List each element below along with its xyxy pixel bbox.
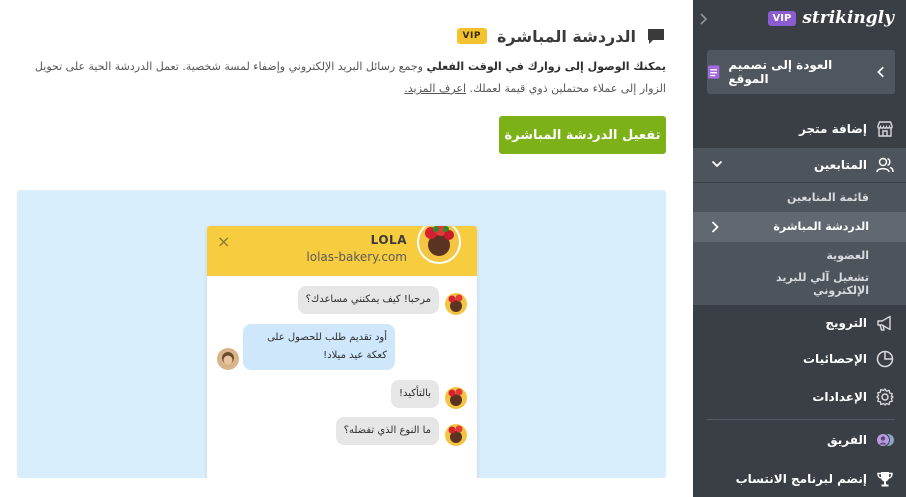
vip-badge: VIP bbox=[767, 10, 797, 26]
sidebar-item-audience[interactable]: المتابعين bbox=[693, 148, 906, 182]
chat-site-url: lolas-bakery.com bbox=[306, 250, 407, 264]
sidebar: VIP strikingly العودة إلى تصميم الموقع إ… bbox=[693, 0, 906, 497]
main-content: الدردشة المباشرة VIP يمكنك الوصول إلى زو… bbox=[0, 0, 693, 497]
pie-chart-icon bbox=[876, 350, 894, 368]
sidebar-item-label: إنضم لبرنامج الانتساب bbox=[735, 472, 867, 486]
agent-avatar-icon bbox=[445, 387, 467, 409]
sidebar-item-label: الترويج bbox=[825, 316, 867, 330]
page-description: يمكنك الوصول إلى زوارك في الوقت الفعلي و… bbox=[34, 56, 666, 100]
chevron-down-icon bbox=[711, 160, 723, 168]
gear-icon bbox=[876, 388, 894, 406]
team-avatar-icon bbox=[876, 433, 894, 447]
vip-badge: VIP bbox=[456, 28, 487, 44]
trophy-icon bbox=[877, 472, 893, 487]
brand: VIP strikingly bbox=[767, 8, 894, 28]
chat-message: بالتأكيد! bbox=[391, 380, 439, 408]
agent-avatar-icon bbox=[417, 226, 461, 264]
agent-avatar-icon bbox=[445, 424, 467, 446]
agent-avatar-icon bbox=[445, 293, 467, 315]
back-button-label: العودة إلى تصميم الموقع bbox=[728, 58, 833, 86]
page-title: الدردشة المباشرة bbox=[496, 26, 636, 46]
page-header: الدردشة المباشرة VIP bbox=[456, 24, 666, 48]
sidebar-subitem-live-chat[interactable]: الدردشة المباشرة bbox=[693, 212, 906, 242]
sidebar-subitem-followers-list[interactable]: قائمة المتابعين bbox=[787, 191, 869, 204]
chat-agent-name: LOLA bbox=[370, 233, 407, 247]
sidebar-item-label: المتابعين bbox=[813, 158, 867, 172]
sidebar-item-affiliate[interactable]: إنضم لبرنامج الانتساب bbox=[693, 462, 906, 496]
chat-message: أود تقديم طلب للحصول على كعكة عيد ميلاد! bbox=[243, 324, 395, 370]
back-to-editor-button[interactable]: العودة إلى تصميم الموقع bbox=[707, 50, 895, 94]
sidebar-subitem-email-autoresponder[interactable]: تشغيل آلي للبريد الإلكتروني bbox=[749, 271, 869, 297]
sidebar-item-settings[interactable]: الإعدادات bbox=[693, 380, 906, 414]
learn-more-link[interactable]: اعرف المزيد. bbox=[404, 82, 466, 95]
close-icon: × bbox=[217, 232, 231, 251]
sidebar-item-store[interactable]: إضافة متجر bbox=[693, 112, 906, 146]
visitor-avatar-icon bbox=[217, 348, 239, 370]
chat-message: مرحبا! كيف يمكنني مساعدك؟ bbox=[297, 286, 439, 314]
sidebar-divider bbox=[707, 419, 895, 420]
enable-live-chat-button[interactable]: تفعيل الدردشة المباشرة bbox=[499, 116, 666, 154]
page-icon bbox=[707, 65, 720, 79]
chat-widget-mockup: × LOLA lolas-bakery.com مرحبا! كيف يمكنن… bbox=[207, 226, 477, 478]
chevron-right-icon bbox=[711, 221, 719, 233]
sidebar-subitem-membership[interactable]: العضوية bbox=[826, 249, 869, 262]
sidebar-subitem-label: الدردشة المباشرة bbox=[773, 220, 869, 233]
store-icon bbox=[877, 121, 893, 137]
description-bold: يمكنك الوصول إلى زوارك في الوقت الفعلي bbox=[426, 60, 667, 73]
sidebar-item-stats[interactable]: الإحصائيات bbox=[693, 342, 906, 376]
sidebar-item-promote[interactable]: الترويج bbox=[693, 306, 906, 340]
collapse-sidebar-icon[interactable] bbox=[698, 12, 708, 26]
sidebar-item-label: الإحصائيات bbox=[803, 352, 867, 366]
sidebar-item-label: الإعدادات bbox=[812, 390, 867, 404]
megaphone-icon bbox=[877, 315, 891, 331]
strikingly-logo: strikingly bbox=[802, 8, 894, 28]
sidebar-item-label: الفريق bbox=[826, 433, 867, 447]
sidebar-item-label: إضافة متجر bbox=[799, 122, 867, 136]
chat-message: ما النوع الذي تفضله؟ bbox=[335, 417, 439, 445]
chat-bubble-icon bbox=[648, 29, 664, 44]
sidebar-item-team[interactable]: الفريق bbox=[693, 423, 906, 457]
chevron-left-icon bbox=[877, 66, 885, 78]
people-icon bbox=[876, 157, 894, 173]
chat-preview: × LOLA lolas-bakery.com مرحبا! كيف يمكنن… bbox=[17, 190, 666, 478]
